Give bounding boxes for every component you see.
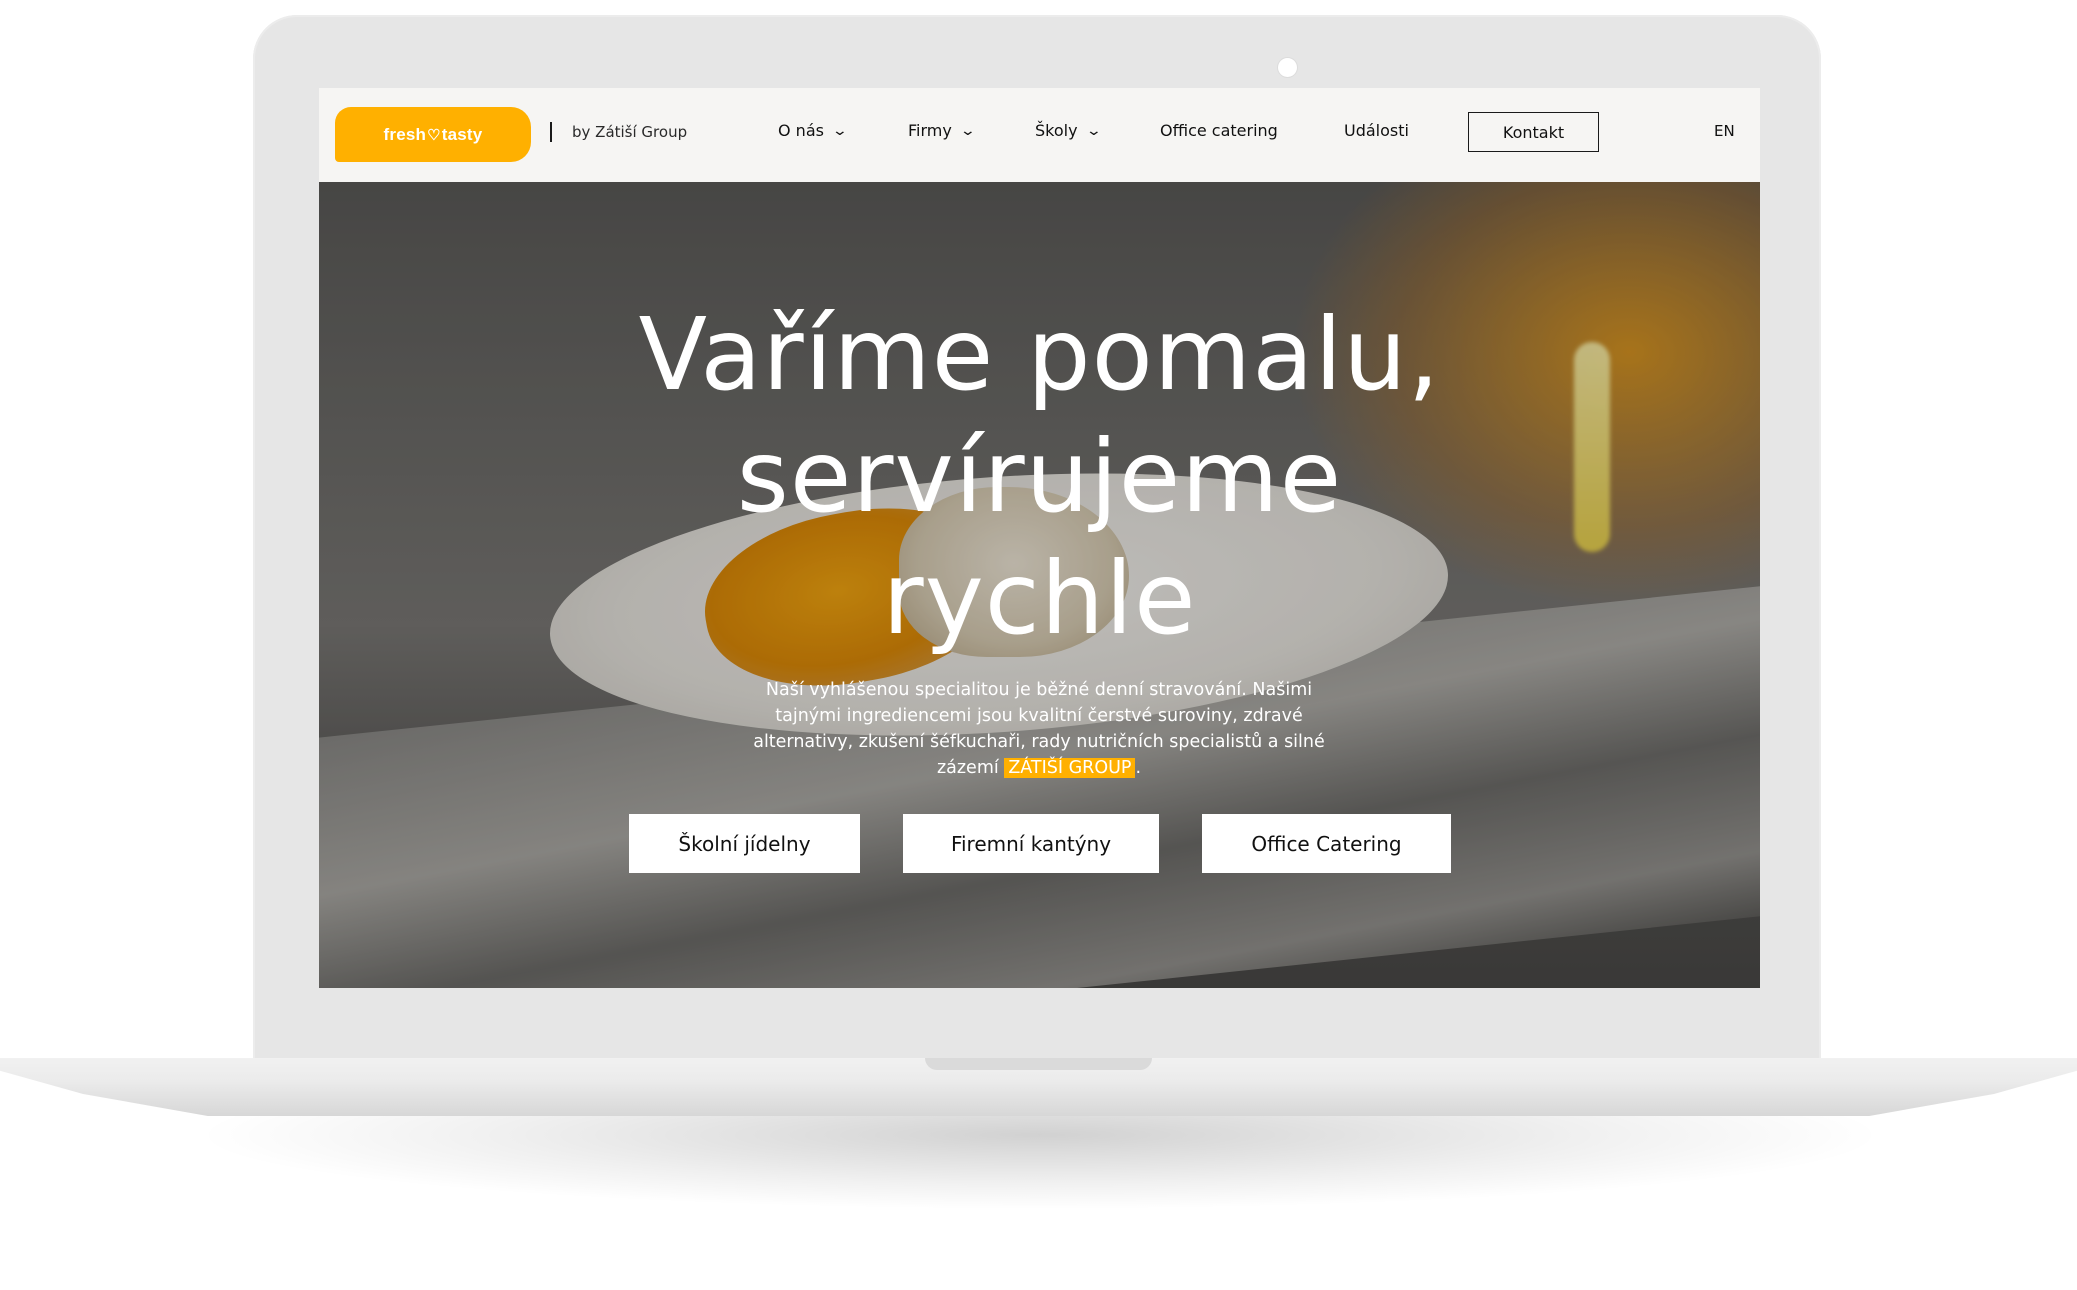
freshtasty-logo[interactable]: fresh ♡ tasty — [335, 107, 531, 162]
hero-description-end: . — [1135, 758, 1142, 778]
laptop-notch — [925, 1058, 1152, 1070]
hero-section: Vaříme pomalu, servírujeme rychle Naší v… — [319, 182, 1760, 988]
nav-item-firmy[interactable]: Firmy ⌄ — [908, 121, 976, 140]
contact-button[interactable]: Kontakt — [1468, 112, 1599, 152]
heart-icon: ♡ — [427, 126, 441, 144]
nav-item-o-nas[interactable]: O nás ⌄ — [778, 121, 849, 140]
nav-label: O nás — [778, 121, 824, 140]
logo-text-tasty: tasty — [441, 124, 483, 144]
webcam — [1278, 58, 1297, 77]
logo-divider — [550, 122, 552, 142]
chevron-down-icon: ⌄ — [959, 122, 976, 139]
hero-title-line: servírujeme — [736, 418, 1343, 535]
hero-description: Naší vyhlášenou specialitou je běžné den… — [749, 677, 1329, 781]
hero-title-line: Vaříme pomalu, — [638, 296, 1441, 413]
skolni-jidelny-button[interactable]: Školní jídelny — [629, 814, 860, 873]
hero-title: Vaříme pomalu, servírujeme rychle — [319, 294, 1760, 660]
nav-item-skoly[interactable]: Školy ⌄ — [1035, 121, 1102, 140]
hero-title-line: rychle — [882, 540, 1197, 657]
nav-item-udalosti[interactable]: Události — [1344, 121, 1409, 140]
language-switch[interactable]: EN — [1714, 122, 1735, 140]
chevron-down-icon: ⌄ — [831, 122, 849, 139]
nav-label: Školy — [1035, 121, 1078, 140]
logo-text-fresh: fresh — [383, 124, 427, 144]
nav-label: Office catering — [1160, 121, 1278, 140]
byline: by Zátiší Group — [572, 123, 688, 141]
nav-item-office-catering[interactable]: Office catering — [1160, 121, 1278, 140]
nav-label: Události — [1344, 121, 1409, 140]
browser-screen: fresh ♡ tasty by Zátiší Group O nás ⌄ Fi… — [319, 88, 1760, 988]
site-header: fresh ♡ tasty by Zátiší Group O nás ⌄ Fi… — [319, 88, 1760, 182]
chevron-down-icon: ⌄ — [1085, 122, 1102, 139]
firemni-kantyny-button[interactable]: Firemní kantýny — [903, 814, 1159, 873]
zatisi-group-link[interactable]: ZÁTIŠÍ GROUP — [1004, 758, 1136, 778]
office-catering-button[interactable]: Office Catering — [1202, 814, 1451, 873]
nav-label: Firmy — [908, 121, 952, 140]
